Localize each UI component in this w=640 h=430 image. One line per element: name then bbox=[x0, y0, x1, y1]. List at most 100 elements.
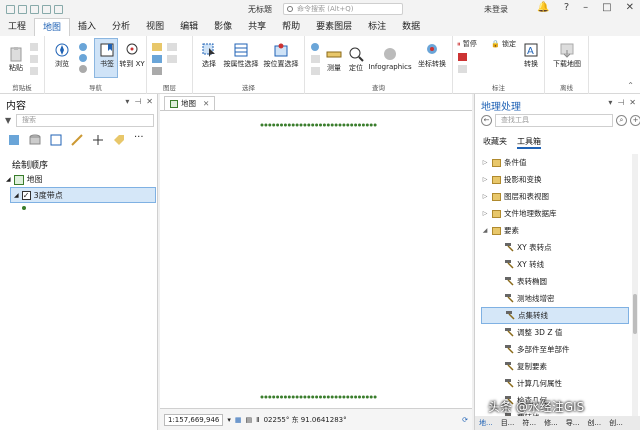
map-point[interactable] bbox=[303, 123, 307, 127]
search-icon[interactable]: ⌕ bbox=[616, 115, 627, 126]
tool-item[interactable]: 表转椭圆 bbox=[481, 273, 629, 290]
map-point[interactable] bbox=[315, 395, 319, 399]
list-by-labeling-icon[interactable] bbox=[113, 134, 125, 146]
filter-icon[interactable]: ▼ bbox=[5, 116, 11, 125]
download-map-button[interactable]: 下载地图 bbox=[547, 42, 587, 69]
list-by-editing-icon[interactable] bbox=[71, 134, 83, 146]
map-point[interactable] bbox=[330, 123, 334, 127]
map-point[interactable] bbox=[326, 395, 330, 399]
map-point[interactable] bbox=[307, 123, 311, 127]
collapsed-arrow-icon[interactable]: ▷ bbox=[481, 159, 489, 166]
map-point[interactable] bbox=[365, 123, 369, 127]
scale-dropdown[interactable]: 1:157,669,946 bbox=[164, 413, 224, 426]
map-point[interactable] bbox=[334, 395, 338, 399]
collapse-ribbon-icon[interactable]: ⌃ bbox=[627, 81, 634, 90]
map-point[interactable] bbox=[311, 123, 315, 127]
map-point[interactable] bbox=[264, 395, 268, 399]
select-button[interactable]: 选择 bbox=[197, 42, 221, 69]
tab-3[interactable]: 分析 bbox=[104, 18, 138, 36]
expanded-arrow-icon[interactable]: ◢ bbox=[481, 227, 489, 234]
pane-menu-icon[interactable]: ▾ bbox=[608, 98, 612, 107]
pane-tab-3[interactable]: 修... bbox=[544, 418, 558, 428]
pin-icon[interactable]: ⊣ bbox=[134, 97, 141, 106]
map-point[interactable] bbox=[276, 123, 280, 127]
refresh-icon[interactable]: ⟳ bbox=[462, 416, 472, 424]
command-search-input[interactable]: 命令搜索 (Alt+Q) bbox=[283, 3, 403, 15]
map-point[interactable] bbox=[319, 395, 322, 399]
map-point[interactable] bbox=[354, 395, 358, 399]
pane-tab-0[interactable]: 地... bbox=[479, 418, 493, 428]
tab-0[interactable]: 工程 bbox=[0, 18, 34, 36]
pin-icon[interactable]: ⊣ bbox=[617, 98, 624, 107]
zoom-icons[interactable] bbox=[77, 42, 91, 76]
map-point[interactable] bbox=[291, 123, 295, 127]
map-point[interactable] bbox=[268, 395, 272, 399]
maximize-button[interactable]: □ bbox=[602, 2, 611, 13]
map-point[interactable] bbox=[369, 395, 373, 399]
map-point[interactable] bbox=[369, 123, 373, 127]
map-point[interactable] bbox=[280, 395, 283, 399]
explore-button[interactable]: 浏览 bbox=[50, 42, 74, 69]
map-point[interactable] bbox=[260, 395, 264, 399]
tab-9[interactable]: 要素图层 bbox=[308, 18, 360, 36]
map-point[interactable] bbox=[326, 123, 330, 127]
tool-item[interactable]: XY 转线 bbox=[481, 256, 629, 273]
map-point[interactable] bbox=[280, 123, 283, 127]
close-icon[interactable]: ✕ bbox=[629, 98, 636, 107]
map-point[interactable] bbox=[361, 395, 365, 399]
map-point[interactable] bbox=[365, 395, 369, 399]
add-icon[interactable]: + bbox=[630, 115, 640, 126]
tab-7[interactable]: 共享 bbox=[240, 18, 274, 36]
redo-icon[interactable] bbox=[54, 4, 63, 14]
list-by-source-icon[interactable] bbox=[29, 134, 41, 146]
convert-button[interactable]: A 转换 bbox=[519, 42, 543, 69]
map-canvas[interactable] bbox=[162, 111, 470, 407]
tab-1[interactable]: 地图 bbox=[34, 18, 71, 36]
layer-node-selected[interactable]: ◢ ✓ 3度带点 bbox=[10, 187, 156, 203]
toolbox-item[interactable]: ◢ 要素 bbox=[481, 222, 629, 239]
map-point[interactable] bbox=[358, 123, 361, 127]
map-point[interactable] bbox=[342, 395, 346, 399]
map-point[interactable] bbox=[272, 123, 276, 127]
map-point[interactable] bbox=[361, 123, 365, 127]
map-point[interactable] bbox=[354, 123, 358, 127]
map-point[interactable] bbox=[346, 123, 350, 127]
map-point[interactable] bbox=[260, 123, 264, 127]
map-point[interactable] bbox=[264, 123, 268, 127]
tree-scrollbar[interactable] bbox=[632, 154, 638, 422]
scrollbar-thumb[interactable] bbox=[633, 294, 637, 334]
add-data-icons[interactable] bbox=[151, 42, 189, 76]
measure-button[interactable]: 测量 bbox=[323, 46, 345, 73]
undo-icon[interactable] bbox=[42, 4, 51, 14]
map-point[interactable] bbox=[330, 395, 334, 399]
pane-tab-4[interactable]: 导... bbox=[566, 418, 580, 428]
toolbox-item[interactable]: ▷ 投影和变换 bbox=[481, 171, 629, 188]
select-by-location-button[interactable]: 按位置选择 bbox=[261, 42, 301, 69]
contents-search-input[interactable]: 搜索 bbox=[16, 114, 154, 127]
map-point[interactable] bbox=[338, 395, 342, 399]
table-icon[interactable]: ▤ bbox=[246, 416, 253, 424]
pause-labels-button[interactable]: ⏸ 暂停 bbox=[457, 39, 491, 49]
tab-5[interactable]: 编辑 bbox=[172, 18, 206, 36]
help-icon[interactable]: ? bbox=[564, 2, 569, 13]
pause-icon[interactable]: Ⅱ bbox=[256, 416, 259, 424]
login-status[interactable]: 未登录 bbox=[484, 4, 508, 15]
label-options-icons[interactable] bbox=[457, 52, 471, 76]
map-point[interactable] bbox=[272, 395, 276, 399]
chevron-down-icon[interactable]: ▾ bbox=[227, 416, 231, 424]
map-point[interactable] bbox=[350, 123, 354, 127]
close-button[interactable]: ✕ bbox=[626, 2, 634, 13]
pane-tab-6[interactable]: 创... bbox=[609, 418, 623, 428]
map-point[interactable] bbox=[338, 123, 342, 127]
tool-item[interactable]: 测地线增密 bbox=[481, 290, 629, 307]
locate-button[interactable]: 定位 bbox=[345, 46, 367, 73]
toolbox-item[interactable]: ▷ 条件值 bbox=[481, 154, 629, 171]
map-point[interactable] bbox=[373, 395, 377, 399]
minimize-button[interactable]: – bbox=[583, 2, 588, 13]
collapsed-arrow-icon[interactable]: ▷ bbox=[481, 210, 489, 217]
map-point[interactable] bbox=[342, 123, 346, 127]
grid-icon[interactable]: ▦ bbox=[235, 416, 242, 424]
tab-6[interactable]: 影像 bbox=[206, 18, 240, 36]
save-icon[interactable] bbox=[30, 4, 39, 14]
map-point[interactable] bbox=[311, 395, 315, 399]
